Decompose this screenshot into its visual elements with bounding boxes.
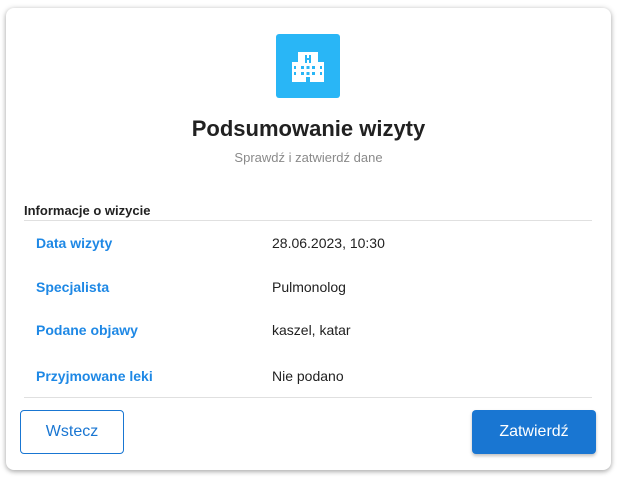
hospital-building-icon <box>276 34 340 98</box>
info-label: Data wizyty <box>36 235 113 251</box>
info-row-symptoms: Podane objawy kaszel, katar <box>36 322 576 342</box>
back-button[interactable]: Wstecz <box>20 410 124 454</box>
footer-divider <box>24 397 592 398</box>
page-subtitle: Sprawdź i zatwierdź dane <box>234 150 383 165</box>
info-row-medications: Przyjmowane leki Nie podano <box>36 368 576 388</box>
confirm-button[interactable]: Zatwierdź <box>472 410 596 454</box>
section-heading: Informacje o wizycie <box>24 203 151 218</box>
info-value: Nie podano <box>272 368 344 384</box>
visit-summary-dialog: Podsumowanie wizyty Sprawdź i zatwierdź … <box>6 8 611 470</box>
info-row-visit-date: Data wizyty 28.06.2023, 10:30 <box>36 235 576 255</box>
info-label: Specjalista <box>36 279 110 295</box>
info-row-specialist: Specjalista Pulmonolog <box>36 279 576 299</box>
info-value: kaszel, katar <box>272 322 351 338</box>
info-label: Podane objawy <box>36 322 138 338</box>
section-divider <box>24 220 592 221</box>
info-value: 28.06.2023, 10:30 <box>272 235 385 251</box>
info-value: Pulmonolog <box>272 279 346 295</box>
page-title: Podsumowanie wizyty <box>191 116 426 141</box>
info-label: Przyjmowane leki <box>36 368 153 384</box>
